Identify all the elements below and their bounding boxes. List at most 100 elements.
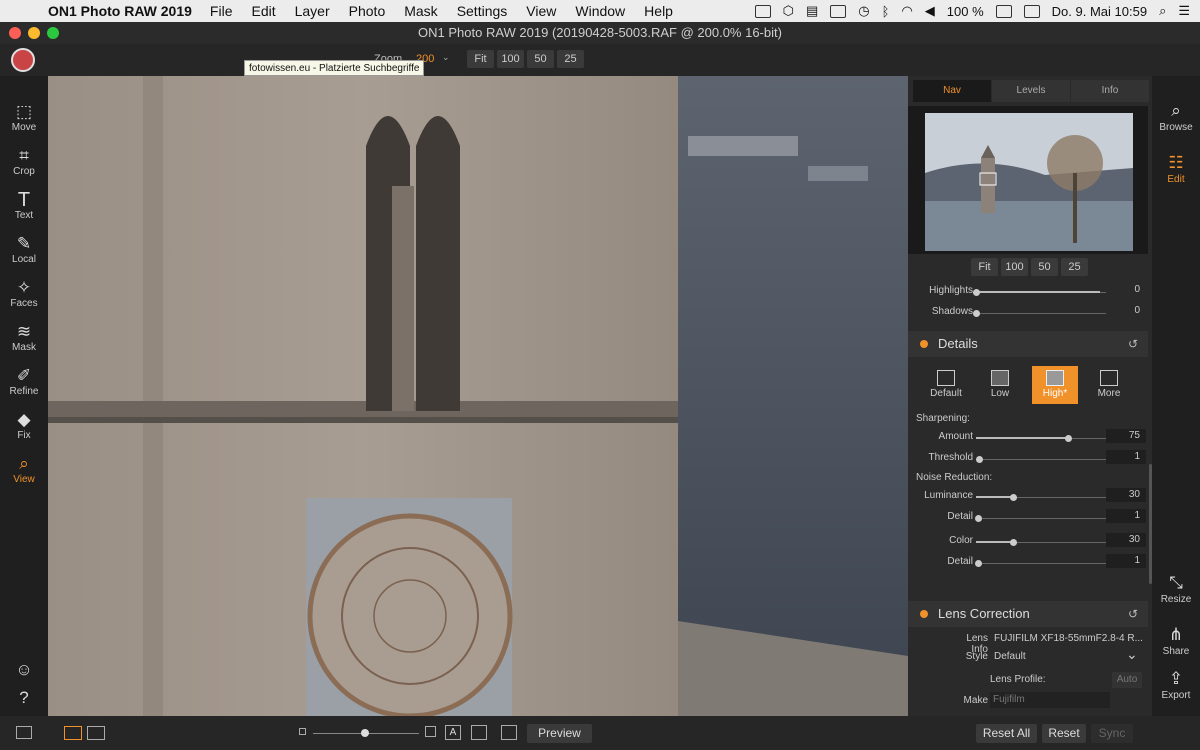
controller-icon[interactable] [830,4,847,18]
preview-button[interactable]: Preview [527,724,592,743]
tool-refine[interactable]: ✐ Refine [0,366,48,397]
preset-default[interactable]: Default [923,366,969,404]
spotlight-icon[interactable]: ⌕ [1159,3,1166,19]
nav-zoom-100-button[interactable]: 100 [1001,258,1028,276]
menu-photo[interactable]: Photo [349,3,386,19]
threshold-slider[interactable]: Threshold 1 [908,450,1148,468]
battery-icon[interactable] [995,4,1012,18]
make-field[interactable]: Fujifilm [990,692,1110,708]
bluetooth-icon[interactable]: ᛒ [882,4,890,19]
zoom-50-button[interactable]: 50 [527,50,554,68]
cube-icon[interactable]: ⬡ [783,3,794,19]
share-button[interactable]: ⋔ Share [1152,624,1200,657]
preset-low[interactable]: Low [977,366,1023,404]
threshold-value[interactable]: 1 [1106,450,1146,464]
tool-faces[interactable]: ✧ Faces [0,278,48,309]
calendar-icon[interactable] [1023,4,1040,18]
reset-button[interactable]: Reset [1042,724,1086,743]
minimize-window-button[interactable] [28,27,40,39]
help-icon[interactable]: ? [0,688,48,708]
zoom-fit-button[interactable]: Fit [467,50,494,68]
section-enabled-icon[interactable] [920,610,928,618]
tab-nav[interactable]: Nav [913,80,991,102]
mask-view-icon[interactable] [471,725,487,740]
chevron-down-icon[interactable]: ⌄ [442,52,450,63]
browse-button[interactable]: ⌕ Browse [1152,100,1200,133]
tool-fix[interactable]: ◆ Fix [0,410,48,441]
color-value[interactable]: 30 [1106,533,1146,547]
luminance-detail-slider[interactable]: Detail 1 [908,509,1148,527]
export-button[interactable]: ⇪ Export [1152,668,1200,701]
slider-knob[interactable] [361,729,369,737]
amount-value[interactable]: 75 [1106,429,1146,443]
preset-more[interactable]: More [1086,366,1132,404]
menu-edit[interactable]: Edit [251,3,275,19]
close-window-button[interactable] [9,27,21,39]
menu-help[interactable]: Help [644,3,673,19]
clock-text[interactable]: Do. 9. Mai 10:59 [1052,4,1147,19]
tool-view[interactable]: ⌕ View [0,454,48,485]
shadows-value[interactable]: 0 [1106,304,1146,318]
battery-text[interactable]: 100 % [947,4,984,19]
zoom-window-button[interactable] [47,27,59,39]
menu-file[interactable]: File [210,3,233,19]
nav-zoom-50-button[interactable]: 50 [1031,258,1058,276]
color-slider[interactable]: Color 30 [908,533,1148,551]
menu-mask[interactable]: Mask [404,3,437,19]
reset-section-icon[interactable]: ↺ [1128,331,1138,357]
lens-correction-section-header[interactable]: Lens Correction ↺ [908,601,1148,627]
luminance-slider[interactable]: Luminance 30 [908,488,1148,506]
wifi-icon[interactable]: ◠ [901,3,912,19]
display-icon[interactable] [754,4,771,18]
chevron-down-icon[interactable]: ⌄ [1126,646,1138,663]
sidebar-toggle-icon[interactable] [16,726,32,739]
nav-zoom-25-button[interactable]: 25 [1061,258,1088,276]
reset-all-button[interactable]: Reset All [976,724,1037,743]
single-view-icon[interactable] [64,726,82,740]
tool-mask[interactable]: ≋ Mask [0,322,48,353]
tool-crop[interactable]: ⌗ Crop [0,146,48,177]
tool-local[interactable]: ✎ Local [0,234,48,265]
app-menu[interactable]: ON1 Photo RAW 2019 [48,3,192,19]
zoom-100-button[interactable]: 100 [497,50,524,68]
tab-levels[interactable]: Levels [992,80,1070,102]
color-detail-slider[interactable]: Detail 1 [908,554,1148,572]
faces-icon: ✧ [16,278,32,297]
sync-button[interactable]: Sync [1091,724,1133,743]
compare-view-icon[interactable] [87,726,105,740]
nav-zoom-fit-button[interactable]: Fit [971,258,998,276]
highlights-slider[interactable]: Highlights 0 [908,283,1148,301]
menu-settings[interactable]: Settings [457,3,508,19]
history-icon[interactable]: ◷ [858,3,869,19]
menu-list-icon[interactable]: ☰ [1178,3,1190,19]
zoom-25-button[interactable]: 25 [557,50,584,68]
text-overlay-icon[interactable]: A [445,725,461,740]
tool-move[interactable]: ⬚ Move [0,102,48,133]
amount-slider[interactable]: Amount 75 [908,429,1148,447]
luminance-detail-value[interactable]: 1 [1106,509,1146,523]
highlights-value[interactable]: 0 [1106,283,1146,297]
auto-button[interactable]: Auto [1112,672,1142,688]
color-detail-value[interactable]: 1 [1106,554,1146,568]
resize-button[interactable]: ⤡ Resize [1152,572,1200,605]
tab-info[interactable]: Info [1071,80,1149,102]
style-select[interactable]: Default [994,651,1026,662]
navigator-preview[interactable] [925,113,1133,251]
tool-text[interactable]: T Text [0,190,48,221]
stats-icon[interactable]: ▤ [806,3,818,19]
details-section-header[interactable]: Details ↺ [908,331,1148,357]
photo-canvas[interactable] [48,76,908,716]
shadows-slider[interactable]: Shadows 0 [908,304,1148,322]
preset-high[interactable]: High* [1032,366,1078,404]
edit-button[interactable]: ☷ Edit [1152,152,1200,185]
volume-icon[interactable]: ◀ [925,3,935,19]
soft-proof-icon[interactable] [501,725,517,740]
menu-layer[interactable]: Layer [295,3,330,19]
menu-window[interactable]: Window [575,3,625,19]
section-enabled-icon[interactable] [920,340,928,348]
user-icon[interactable]: ☺ [0,660,48,680]
app-logo-icon[interactable] [11,48,35,72]
menu-view[interactable]: View [526,3,556,19]
reset-section-icon[interactable]: ↺ [1128,601,1138,627]
luminance-value[interactable]: 30 [1106,488,1146,502]
